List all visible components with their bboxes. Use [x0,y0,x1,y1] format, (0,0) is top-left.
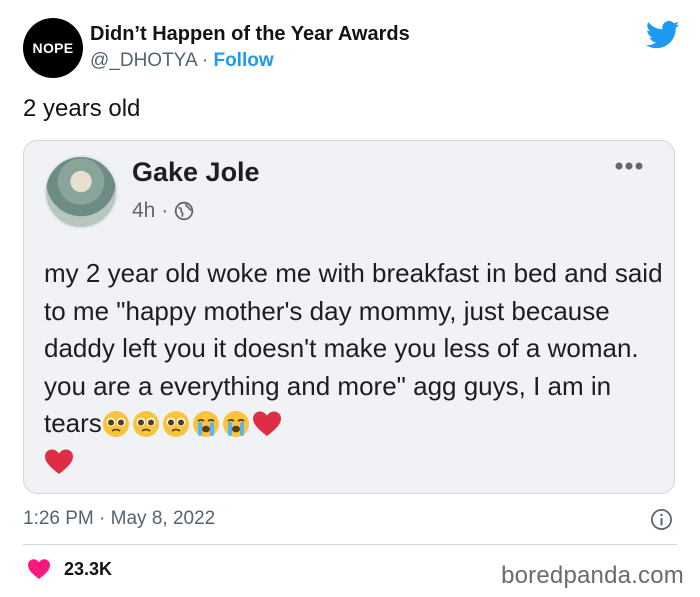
emoji-strip [102,408,284,438]
red-heart-icon [252,410,282,438]
tweet-header: NOPE Didn’t Happen of the Year Awards @_… [23,18,680,80]
pleading-face-icon [132,410,160,438]
red-heart-icon [44,448,74,476]
pleading-face-icon [162,410,190,438]
follow-button[interactable]: Follow [213,50,273,71]
crying-face-icon [192,410,220,438]
more-options-icon[interactable] [614,161,644,171]
like-heart-icon[interactable] [27,558,51,580]
watermark: boredpanda.com [501,562,684,589]
handle-separator: · [201,50,209,71]
account-avatar[interactable]: NOPE [23,18,83,78]
account-handle[interactable]: @_DHOTYA [90,50,197,71]
crying-face-icon [222,410,250,438]
post-body: my 2 year old woke me with breakfast in … [44,255,664,480]
post-time: 4h · [132,199,169,222]
avatar-text: NOPE [32,40,74,56]
post-meta: 4h · [132,199,194,223]
account-name[interactable]: Didn’t Happen of the Year Awards [90,23,410,46]
embedded-facebook-post[interactable]: Gake Jole 4h · my 2 year old woke me wit… [23,140,675,494]
tweet-timestamp[interactable]: 1:26 PM · May 8, 2022 [23,508,215,530]
account-handle-line: @_DHOTYA · Follow [90,50,274,72]
pleading-face-icon [102,410,130,438]
twitter-bird-icon[interactable] [646,20,680,50]
post-author-name: Gake Jole [132,157,260,187]
tweet-text: 2 years old [23,95,141,122]
globe-icon [174,201,194,221]
divider [23,544,677,545]
post-author-avatar [44,155,118,229]
info-icon[interactable] [650,508,673,531]
like-count[interactable]: 23.3K [64,559,112,580]
